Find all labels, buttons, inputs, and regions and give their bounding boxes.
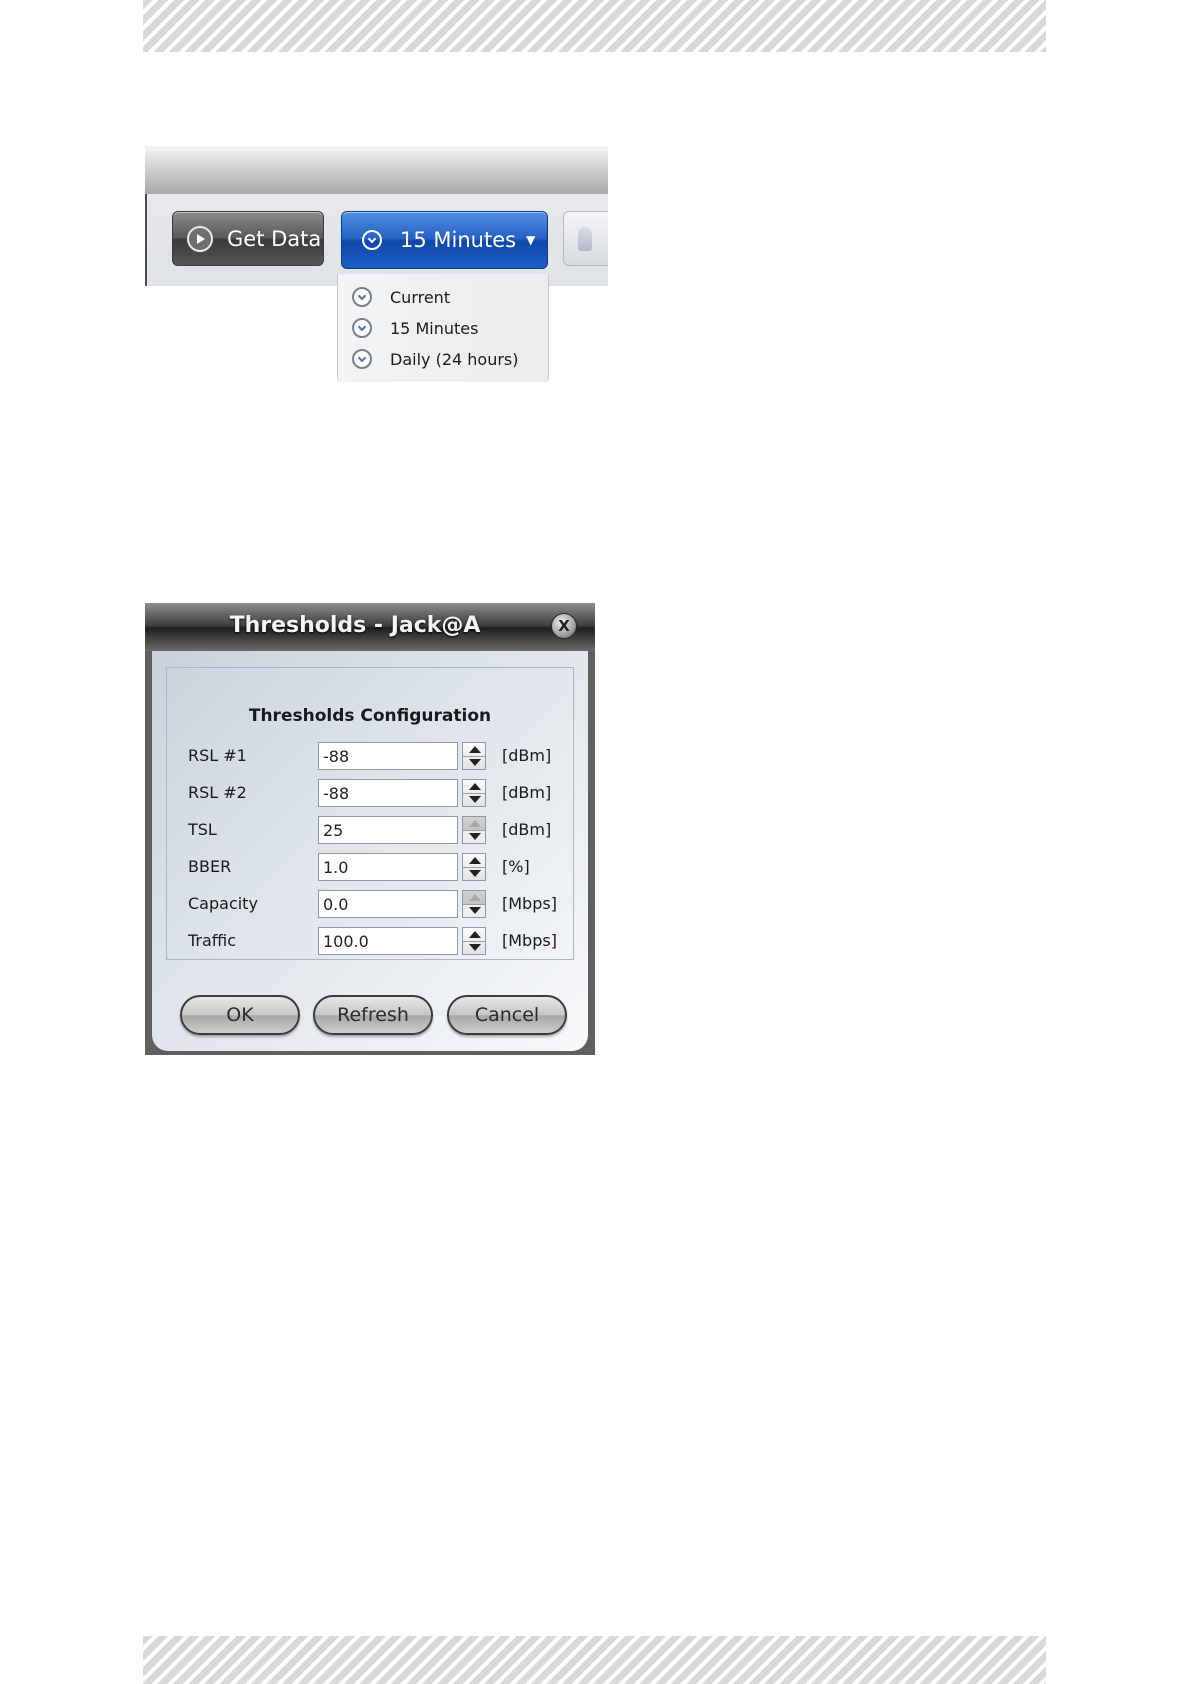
arrow-down-icon[interactable] (469, 944, 481, 951)
menu-item-daily[interactable]: Daily (24 hours) (352, 346, 518, 372)
dialog-title: Thresholds - Jack@A (229, 613, 481, 638)
row-label: BBER (188, 857, 232, 876)
bber-spinner[interactable] (462, 853, 486, 881)
threshold-row-rsl2: RSL #2 [dBm] (167, 779, 573, 809)
dialog-body: Thresholds Configuration RSL #1 [dBm] RS… (152, 651, 588, 1051)
dialog-titlebar: Thresholds - Jack@A X (145, 603, 595, 651)
rsl1-input[interactable] (318, 742, 458, 770)
row-label: RSL #2 (188, 783, 247, 802)
arrow-down-icon[interactable] (469, 907, 481, 914)
spinner-divider (463, 830, 485, 831)
menu-item-label: 15 Minutes (390, 318, 479, 338)
rsl1-spinner[interactable] (462, 742, 486, 770)
arrow-up-icon[interactable] (469, 931, 481, 938)
close-icon[interactable]: X (551, 613, 577, 639)
get-data-label: Get Data (227, 226, 322, 251)
refresh-button[interactable]: Refresh (313, 995, 433, 1035)
menu-item-current[interactable]: Current (352, 284, 450, 310)
clock-icon (352, 349, 372, 369)
row-unit: [dBm] (502, 783, 552, 802)
interval-dropdown-button[interactable]: 15 Minutes ▼ (341, 211, 548, 269)
capacity-spinner[interactable] (462, 890, 486, 918)
arrow-up-icon[interactable] (469, 746, 481, 753)
menu-item-15-minutes[interactable]: 15 Minutes (352, 315, 478, 341)
traffic-input[interactable] (318, 927, 458, 955)
arrow-down-icon[interactable] (469, 796, 481, 803)
clock-icon (352, 287, 372, 307)
clock-icon (362, 230, 382, 250)
arrow-up-icon[interactable] (469, 783, 481, 790)
row-label: RSL #1 (188, 746, 247, 765)
row-label: Traffic (188, 931, 237, 950)
download-icon (578, 227, 592, 251)
row-label: Capacity (188, 894, 258, 913)
tsl-spinner[interactable] (462, 816, 486, 844)
menu-item-label: Current (390, 287, 451, 307)
spinner-divider (463, 867, 485, 868)
arrow-up-icon[interactable] (469, 857, 481, 864)
arrow-down-icon[interactable] (469, 833, 481, 840)
interval-label: 15 Minutes (400, 228, 517, 252)
group-title: Thresholds Configuration (248, 706, 492, 726)
threshold-row-rsl1: RSL #1 [dBm] (167, 742, 573, 772)
capacity-input[interactable] (318, 890, 458, 918)
row-unit: [Mbps] (502, 894, 557, 913)
arrow-up-icon[interactable] (469, 820, 481, 827)
cancel-button[interactable]: Cancel (447, 995, 567, 1035)
ok-button[interactable]: OK (180, 995, 300, 1035)
row-label: TSL (188, 820, 217, 839)
threshold-row-tsl: TSL [dBm] (167, 816, 573, 846)
download-button[interactable] (563, 211, 608, 266)
row-unit: [%] (502, 857, 530, 876)
row-unit: [dBm] (502, 820, 552, 839)
row-unit: [Mbps] (502, 931, 557, 950)
spinner-divider (463, 756, 485, 757)
chevron-down-icon: ▼ (526, 233, 536, 247)
threshold-row-capacity: Capacity [Mbps] (167, 890, 573, 920)
arrow-down-icon[interactable] (469, 870, 481, 877)
arrow-down-icon[interactable] (469, 759, 481, 766)
threshold-row-traffic: Traffic [Mbps] (167, 927, 573, 957)
tsl-input[interactable] (318, 816, 458, 844)
rsl2-input[interactable] (318, 779, 458, 807)
thresholds-group: Thresholds Configuration RSL #1 [dBm] RS… (166, 667, 574, 960)
footer-stripe-band (143, 1636, 1046, 1684)
clock-icon (352, 318, 372, 338)
window-titlebar (145, 146, 608, 194)
window-edge (145, 194, 147, 286)
spinner-divider (463, 904, 485, 905)
menu-item-label: Daily (24 hours) (390, 349, 519, 369)
interval-dropdown-menu: Current 15 Minutes Daily (24 hours) (337, 274, 549, 382)
thresholds-dialog: Thresholds - Jack@A X Thresholds Configu… (145, 603, 595, 1055)
row-unit: [dBm] (502, 746, 552, 765)
spinner-divider (463, 793, 485, 794)
spinner-divider (463, 941, 485, 942)
rsl2-spinner[interactable] (462, 779, 486, 807)
get-data-button[interactable]: Get Data (172, 211, 324, 266)
traffic-spinner[interactable] (462, 927, 486, 955)
threshold-row-bber: BBER [%] (167, 853, 573, 883)
header-stripe-band (143, 0, 1046, 52)
play-icon (187, 225, 213, 252)
arrow-up-icon[interactable] (469, 894, 481, 901)
bber-input[interactable] (318, 853, 458, 881)
toolbar-screenshot: Get Data 15 Minutes ▼ (145, 146, 608, 286)
